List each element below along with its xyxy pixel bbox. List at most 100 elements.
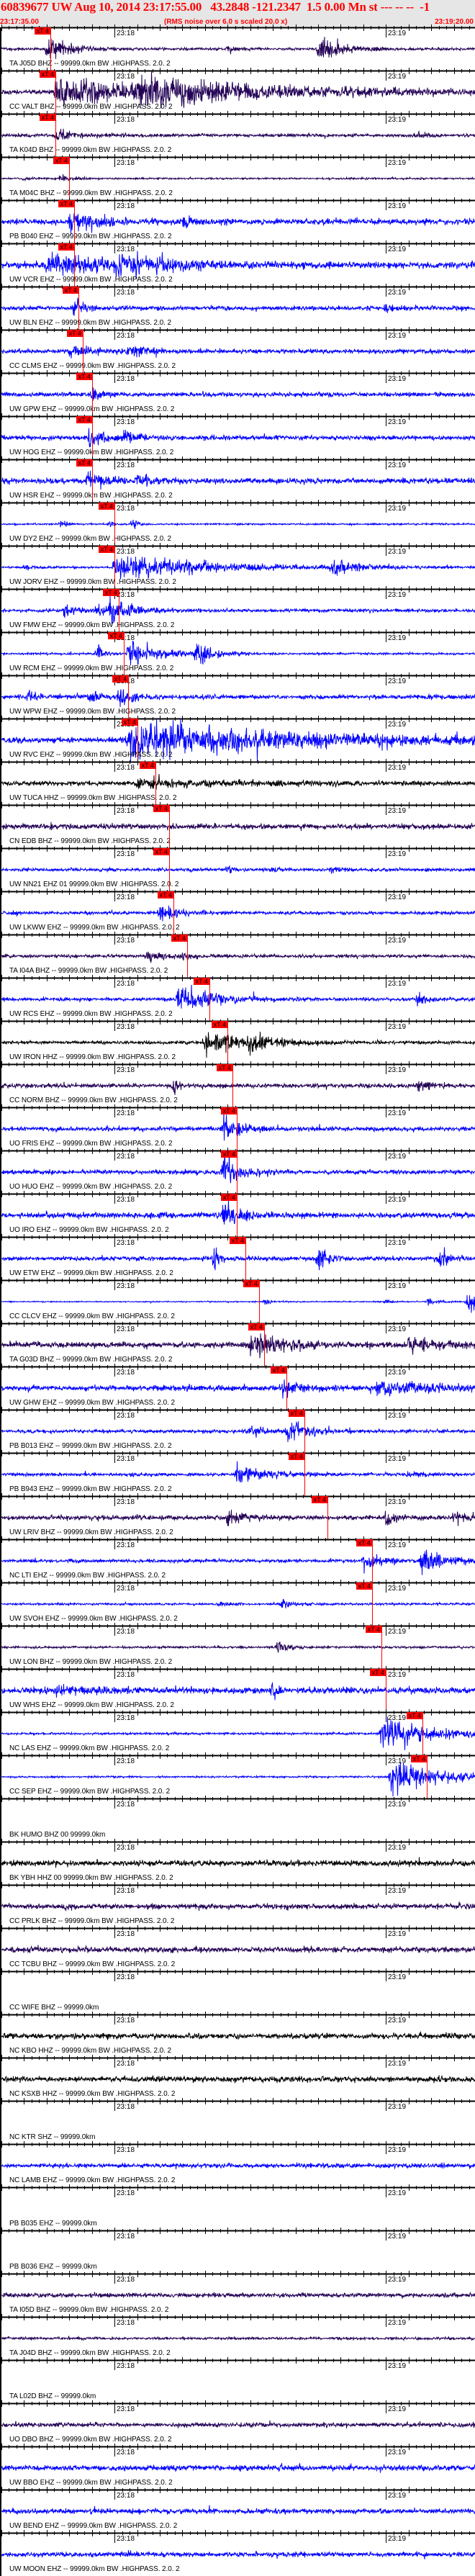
pick-flag[interactable]: xT 4: [243, 1280, 260, 1287]
pick-flag[interactable]: xT 4: [365, 1626, 382, 1633]
waveform: [1, 2074, 475, 2084]
time-tick-label: 23:18: [117, 764, 135, 772]
time-tick-label: 23:18: [117, 2449, 135, 2456]
pick-flag[interactable]: xT 4: [171, 935, 188, 942]
waveform: [1, 1945, 475, 1954]
time-tick-label: 23:18: [117, 2103, 135, 2111]
station-label: BK HUMO BHZ 00 99999.0km: [9, 1831, 106, 1839]
pick-flag[interactable]: xT 4: [58, 200, 75, 207]
pick-flag[interactable]: xT 4: [76, 459, 93, 467]
pick-flag[interactable]: xT 4: [220, 1194, 238, 1201]
pick-flag[interactable]: xT 4: [288, 1453, 305, 1460]
time-tick-label: 23:18: [117, 375, 135, 383]
time-tick-label: 23:18: [117, 2233, 135, 2241]
pick-flag[interactable]: xT 4: [34, 27, 51, 35]
time-tick-label: 23:19: [388, 246, 407, 253]
pick-flag[interactable]: xT 4: [76, 416, 93, 423]
pick-flag[interactable]: xT 4: [157, 891, 174, 899]
pick-flag[interactable]: xT 4: [107, 632, 125, 639]
pick-flag[interactable]: xT 4: [311, 1496, 328, 1503]
time-tick-label: 23:18: [117, 1757, 135, 1765]
trace-panel: 23:18 23:19 PB B040 EHZ -- 99999.0km BW .H…: [1, 197, 475, 243]
station-label: UW LRIV BHZ -- 99999.0km BW .HIGHPASS. 2…: [9, 1528, 173, 1536]
pick-flag[interactable]: xT 4: [39, 114, 56, 121]
trace-panel: 23:18 23:19 UW IRON HHZ -- 99999.0km BW .H…: [1, 1018, 475, 1064]
time-tick-label: 23:19: [388, 893, 407, 901]
time-tick-label: 23:18: [117, 1153, 135, 1161]
pick-flag[interactable]: xT 4: [98, 546, 115, 553]
pick-flag[interactable]: xT 4: [121, 719, 138, 726]
pick-flag[interactable]: xT 4: [369, 1669, 386, 1676]
station-label: PB B040 EHZ -- 99999.0km BW .HIGHPASS. 2…: [9, 233, 172, 240]
pick-flag[interactable]: xT 4: [153, 805, 170, 812]
pick-flag[interactable]: xT 4: [248, 1323, 265, 1330]
pick-flag[interactable]: xT 4: [229, 1237, 246, 1244]
time-tick-label: 23:19: [388, 1671, 407, 1679]
pick-flag[interactable]: xT 4: [76, 373, 93, 380]
time-tick-label: 23:19: [388, 764, 407, 772]
waveform: [1, 1682, 475, 1701]
waveform: [1, 37, 475, 59]
time-tick-label: 23:18: [117, 2060, 135, 2068]
pick-flag[interactable]: xT 4: [153, 848, 170, 855]
time-tick-label: 23:18: [117, 1282, 135, 1290]
trace-panel: 23:18 23:19 TA L02D BHZ -- 99999.0km: [1, 2357, 475, 2403]
trace-panel: 23:18 23:19 CC VALT BHZ -- 99999.0km BW .H…: [1, 68, 475, 114]
pick-flag[interactable]: xT 4: [356, 1582, 373, 1590]
trace-panel: 23:18 23:19 TA M04C BHZ -- 99999.0km BW .H…: [1, 154, 475, 200]
trace-panel: 23:18 23:19 UW MOON EHZ -- 99999.0km BW .H…: [1, 2530, 475, 2576]
waveform: [1, 1461, 475, 1483]
pick-flag[interactable]: xT 4: [216, 1064, 233, 1071]
trace-panel: 23:18 23:19 NC KTR SHZ -- 99999.0km: [1, 2098, 475, 2144]
pick-flag[interactable]: xT 4: [356, 1539, 373, 1546]
pick-flag[interactable]: xT 4: [98, 503, 115, 510]
station-label: UW JORV EHZ -- 99999.0km BW .HIGHPASS. 2…: [9, 578, 176, 586]
waveform: [1, 174, 475, 182]
time-tick-label: 23:18: [117, 850, 135, 858]
waveform: [1, 984, 475, 1009]
pick-flag[interactable]: xT 4: [62, 287, 79, 294]
trace-panel: 23:18 23:19 CC PRLK BHZ -- 99999.0km BW .H…: [1, 1882, 475, 1928]
time-tick-label: 23:19: [388, 418, 407, 426]
pick-flag[interactable]: xT 4: [53, 157, 70, 164]
time-tick-label: 23:18: [117, 30, 135, 37]
pick-flag[interactable]: xT 4: [270, 1366, 287, 1374]
station-label: NC LAS EHZ -- 99999.0km BW .HIGHPASS. 2.…: [9, 1744, 170, 1752]
pick-flag[interactable]: xT 4: [102, 589, 119, 596]
trace-panel: 23:18 23:19 UW GPW EHZ -- 99999.0km BW .HI…: [1, 370, 475, 416]
pick-flag[interactable]: xT 4: [288, 1410, 305, 1417]
trace-panel: 23:18 23:19 PB B013 EHZ -- 99999.0km BW .H…: [1, 1407, 475, 1453]
pick-flag[interactable]: xT 4: [211, 1021, 228, 1028]
waveform: [1, 2550, 475, 2559]
time-tick-label: 23:18: [117, 2017, 135, 2025]
waveform: [1, 2505, 475, 2516]
event-header: 60839677 UW Aug 10, 2014 23:17:55.00 43.…: [0, 0, 475, 27]
pick-flag[interactable]: xT 4: [39, 71, 56, 78]
pick-flag[interactable]: xT 4: [139, 762, 156, 769]
pick-flag[interactable]: xT 4: [220, 1107, 238, 1114]
trace-panel: 23:1823:19UW WPW EHZ -- 99999.0km BW .HI…: [1, 672, 475, 719]
pick-flag[interactable]: xT 4: [220, 1150, 238, 1158]
waveform: [1, 1857, 475, 1868]
trace-panel: 23:18 23:19 UW BEND EHZ -- 99999.0km BW .H…: [1, 2487, 475, 2533]
time-tick-label: 23:18: [117, 418, 135, 426]
trace-panel: 23:18 23:19 UW NN21 EHZ 01 99999.0km BW .H…: [1, 845, 475, 891]
trace-panel: 23:18 23:19 UW VCR EHZ -- 99999.0km BW .HI…: [1, 240, 475, 287]
trace-panel: 23:18 23:19 CC NORM BHZ -- 99999.0km BW .H…: [1, 1061, 475, 1107]
time-tick-label: 23:19: [388, 1369, 407, 1377]
time-tick-label: 23:19: [388, 375, 407, 383]
pick-flag[interactable]: xT 4: [66, 330, 83, 337]
trace-panel: 23:18 23:19 CC TCBU BHZ -- 99999.0km BW .H…: [1, 1925, 475, 1971]
pick-flag[interactable]: xT 4: [410, 1755, 428, 1762]
pick-flag[interactable]: xT 4: [406, 1712, 423, 1719]
trace-panel: 23:18 23:19 UW ETW EHZ -- 99999.0km BW .HI…: [1, 1234, 475, 1280]
time-tick-label: 23:19: [388, 332, 407, 340]
trace-panel: 23:18 23:19 UW DY2 EHZ -- 99999.0km BW .HI…: [1, 500, 475, 546]
waveform: [1, 2335, 475, 2342]
pick-flag[interactable]: xT 4: [112, 675, 129, 683]
pick-flag[interactable]: xT 4: [193, 978, 210, 985]
time-tick-label: 23:19: [388, 116, 407, 124]
station-label: CC SEP EHZ -- 99999.0km BW .HIGHPASS. 2.…: [9, 1788, 171, 1796]
time-tick-label: 23:19: [388, 1844, 407, 1852]
pick-flag[interactable]: xT 4: [58, 243, 75, 251]
